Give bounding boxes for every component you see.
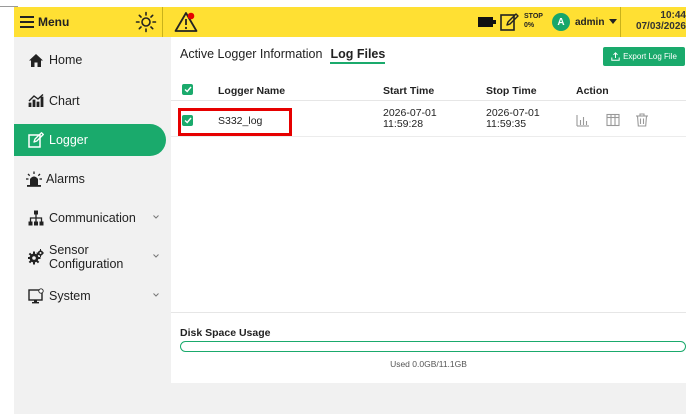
chevron-down-icon [153, 293, 159, 297]
gear-icon [28, 249, 44, 265]
column-header: Logger Name [218, 85, 286, 97]
chart-icon [28, 93, 44, 109]
brightness-icon[interactable] [135, 11, 157, 33]
user-menu[interactable]: A admin [552, 12, 618, 32]
check-icon [184, 86, 192, 93]
disk-space-title: Disk Space Usage [180, 327, 271, 339]
topbar-divider [162, 7, 163, 37]
tab-active-logger-information[interactable]: Active Logger Information [180, 47, 322, 64]
sidebar-item-label: Alarms [46, 172, 85, 186]
sidebar-item-sensor-configuration[interactable]: Sensor Configuration [14, 241, 166, 273]
disk-used-text: Used 0.0GB/11.1GB [390, 359, 467, 369]
battery-icon [478, 17, 496, 27]
clock-date: 07/03/2026 [635, 21, 686, 32]
window-frame-top [0, 0, 686, 7]
export-icon [611, 52, 620, 61]
column-header: Action [576, 85, 609, 97]
sidebar-item-system[interactable]: System [14, 280, 166, 312]
stop-time: 11:59:35 [486, 118, 527, 130]
window-frame-left [0, 0, 14, 414]
menu-icon [20, 16, 34, 28]
table-icon[interactable] [606, 113, 620, 127]
stop-time-cell: 2026-07-01 11:59:35 [486, 108, 540, 130]
sidebar-item-logger[interactable]: Logger [14, 124, 166, 156]
menu-button[interactable]: Menu [20, 13, 69, 31]
sidebar-item-alarms[interactable]: Alarms [14, 163, 166, 195]
chevron-down-icon [153, 254, 159, 258]
sidebar-item-label: Logger [49, 133, 88, 147]
network-icon [28, 210, 44, 226]
logger-icon [28, 132, 44, 148]
clock: 10:44 07/03/2026 [636, 10, 686, 32]
warning-icon[interactable] [174, 11, 198, 33]
chevron-down-icon [153, 215, 159, 219]
export-log-file-button[interactable]: Export Log File [603, 47, 685, 66]
sidebar-item-communication[interactable]: Communication [14, 202, 166, 234]
home-icon [28, 52, 44, 68]
status-label: STOP [524, 13, 543, 20]
sidebar-item-home[interactable]: Home [14, 44, 166, 76]
export-label: Export Log File [623, 52, 677, 61]
sidebar-item-label: Communication [49, 211, 136, 225]
logger-status: STOP 0% [524, 12, 543, 30]
select-all-checkbox[interactable] [182, 84, 193, 95]
divider [171, 312, 686, 313]
tab-bar: Active Logger Information Log Files [180, 47, 386, 64]
trash-icon[interactable] [635, 113, 649, 127]
topbar-divider [620, 7, 621, 37]
menu-label: Menu [38, 15, 70, 29]
sidebar-item-label: System [49, 289, 91, 303]
top-bar: Menu STOP 0% A admin 10:44 07/03/2026 [14, 7, 686, 37]
sidebar-item-label: Chart [49, 94, 80, 108]
monitor-icon [28, 288, 44, 304]
avatar: A [552, 13, 570, 31]
sidebar-item-chart[interactable]: Chart [14, 85, 166, 117]
table-header: Logger Name Start Time Stop Time Action [171, 80, 686, 101]
chevron-down-icon [609, 19, 618, 24]
selection-highlight [178, 108, 292, 136]
start-time-cell: 2026-07-01 11:59:28 [383, 108, 437, 130]
sidebar: Home Chart Logger Alarms Communication S… [14, 37, 170, 414]
disk-usage-bar [180, 341, 686, 352]
sidebar-item-label: Home [49, 53, 83, 67]
sidebar-item-label: Sensor Configuration [49, 243, 124, 271]
clock-time: 10:44 [660, 10, 686, 21]
alarm-icon [24, 171, 44, 187]
edit-note-icon[interactable] [499, 12, 519, 32]
column-header: Stop Time [486, 85, 537, 97]
status-percent: 0% [524, 22, 535, 29]
column-header: Start Time [383, 85, 435, 97]
chart-icon[interactable] [576, 113, 590, 127]
main-panel: Active Logger Information Log Files Expo… [171, 37, 686, 383]
tab-log-files[interactable]: Log Files [330, 47, 386, 64]
start-time: 11:59:28 [383, 118, 424, 130]
user-name: admin [575, 16, 605, 28]
